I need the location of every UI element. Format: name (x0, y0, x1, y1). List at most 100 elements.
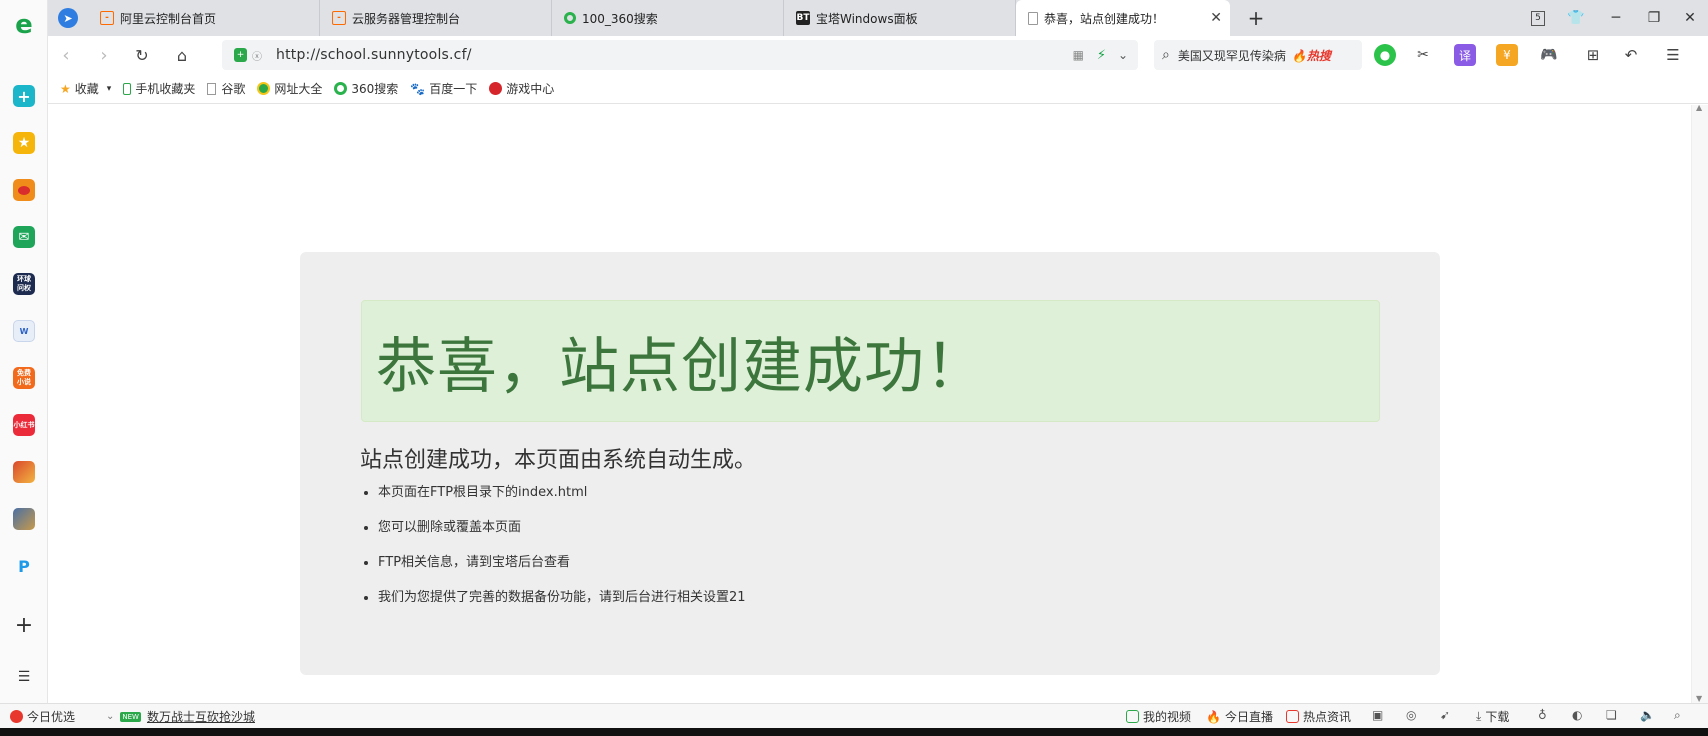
qr-code-icon[interactable]: ▦ (1073, 48, 1084, 62)
wechat-icon[interactable]: ● (1374, 44, 1396, 66)
tab-site-created[interactable]: 恭喜，站点创建成功！ ✕ (1016, 0, 1230, 36)
game-icon (489, 82, 503, 95)
bookmark-hao[interactable]: 网址大全 (257, 80, 322, 97)
scroll-down-icon[interactable]: ▼ (1696, 694, 1702, 703)
vertical-scrollbar[interactable]: ▲ ▼ (1691, 103, 1708, 703)
mail-icon[interactable]: ✉ (13, 226, 35, 248)
page-info-icon[interactable]: ⓧ (252, 48, 262, 63)
favorites-star-icon[interactable]: ★ (13, 132, 35, 154)
list-item: 您可以删除或覆盖本页面 (378, 519, 746, 536)
page-title: 恭喜，站点创建成功！ (376, 331, 986, 402)
360-search-icon (564, 12, 576, 24)
downloads[interactable]: ⤓ 下载 (1476, 708, 1509, 725)
page-icon (1028, 11, 1038, 25)
close-tab-icon[interactable]: ✕ (1210, 10, 1222, 26)
news-icon (1286, 710, 1299, 723)
incognito-icon[interactable]: ♁ (1538, 708, 1547, 722)
aliyun-icon: - (332, 11, 346, 25)
medical-cross-icon[interactable]: + (13, 85, 35, 107)
zoom-icon[interactable]: ⌕ (1674, 708, 1681, 723)
volume-icon[interactable]: 🔈 (1640, 708, 1655, 722)
tab-bar: ➤ - 阿里云控制台首页 - 云服务器管理控制台 100_360搜索 BT 宝塔… (48, 0, 1708, 36)
tab-label: 100_360搜索 (582, 11, 658, 26)
bt-icon: BT (796, 11, 810, 25)
browser-logo-icon[interactable]: e (13, 12, 35, 38)
undo-icon[interactable]: ↶ (1620, 44, 1642, 66)
tab-ecs-console[interactable]: - 云服务器管理控制台 (320, 0, 552, 36)
translate-icon[interactable]: 译 (1454, 44, 1476, 66)
search-box[interactable]: ⌕ 美国又现罕见传染病 🔥热搜 (1154, 40, 1362, 70)
download-icon: ⤓ (1476, 709, 1482, 723)
coupon-icon[interactable]: ¥ (1496, 44, 1518, 66)
restore-icon[interactable]: ❐ (1642, 6, 1666, 30)
weibo-icon[interactable] (13, 179, 35, 201)
global-ask-icon[interactable]: 环球 问权 (13, 273, 35, 295)
list-icon[interactable]: ☰ (13, 666, 35, 688)
hot-news[interactable]: 热点资讯 (1286, 708, 1351, 725)
free-novel-icon[interactable]: 免费 小说 (13, 367, 35, 389)
today-live[interactable]: 🔥 今日直播 (1206, 708, 1273, 725)
tab-label: 宝塔Windows面板 (816, 11, 918, 26)
search-icon: ⌕ (1162, 47, 1170, 63)
pubg-game-icon[interactable] (13, 508, 35, 530)
address-bar[interactable]: + ⓧ http://school.sunnytools.cf/ ▦ ⚡ ⌄ (222, 40, 1138, 70)
video-icon (1126, 710, 1139, 723)
list-item: 本页面在FTP根目录下的index.html (378, 484, 746, 501)
scroll-up-icon[interactable]: ▲ (1696, 103, 1702, 112)
bookmark-games[interactable]: 游戏中心 (489, 80, 554, 97)
speed-mode-icon[interactable]: ⚡ (1097, 48, 1106, 63)
speed-icon[interactable]: ◎ (1406, 708, 1416, 722)
navigation-bar: ‹ › ↻ ⌂ + ⓧ http://school.sunnytools.cf/… (48, 36, 1708, 74)
chevron-down-icon[interactable]: ▾ (107, 84, 112, 94)
promo-link[interactable]: ⌄ NEW 数万战士互砍抢沙城 (106, 708, 255, 725)
tab-counter[interactable]: 5 (1526, 6, 1550, 30)
image-icon[interactable]: ▣ (1372, 708, 1383, 722)
pi-app-icon[interactable]: P (13, 555, 35, 577)
tab-bt-panel[interactable]: BT 宝塔Windows面板 (784, 0, 1016, 36)
bookmark-baidu[interactable]: 🐾 百度一下 (410, 80, 477, 97)
bookmark-favorites[interactable]: ★ 收藏 ▾ (60, 80, 111, 97)
tab-360-search[interactable]: 100_360搜索 (552, 0, 784, 36)
apps-grid-icon[interactable]: ⊞ (1582, 44, 1604, 66)
back-icon[interactable]: ‹ (54, 43, 78, 67)
home-icon[interactable]: ⌂ (170, 43, 194, 67)
word-doc-icon[interactable]: W (13, 320, 35, 342)
tab-aliyun-console[interactable]: - 阿里云控制台首页 (88, 0, 320, 36)
window-icon[interactable]: ❏ (1606, 708, 1617, 722)
search-query[interactable]: 美国又现罕见传染病 (1178, 47, 1286, 64)
reload-icon[interactable]: ↻ (130, 43, 154, 67)
info-list: 本页面在FTP根目录下的index.html 您可以删除或覆盖本页面 FTP相关… (378, 484, 746, 624)
add-icon[interactable]: + (13, 614, 35, 636)
left-sidebar: e + ★ ✉ 环球 问权 W 免费 小说 小红书 P + ☰ (0, 0, 48, 703)
page-icon (207, 82, 217, 95)
baidu-icon: 🐾 (410, 81, 426, 96)
minimize-icon[interactable]: ─ (1604, 6, 1628, 30)
rocket-icon[interactable]: ➹ (1440, 708, 1450, 722)
today-picks[interactable]: 今日优选 (10, 708, 75, 725)
bookmark-360[interactable]: 360搜索 (334, 80, 398, 97)
navigate-icon[interactable]: ➤ (56, 6, 80, 30)
fire-icon: 🔥 (1291, 48, 1307, 63)
gamepad-icon[interactable]: 🎮 (1538, 44, 1560, 66)
star-icon: ★ (60, 81, 71, 96)
edge-icon[interactable]: ◐ (1572, 708, 1582, 722)
forward-icon[interactable]: › (92, 43, 116, 67)
tab-label: 恭喜，站点创建成功！ (1044, 11, 1165, 26)
chevron-down-icon[interactable]: ⌄ (1118, 48, 1128, 62)
bookmark-mobile[interactable]: 手机收藏夹 (123, 80, 195, 97)
globe-icon (257, 82, 271, 95)
security-shield-icon[interactable]: + (234, 48, 247, 62)
url-text[interactable]: http://school.sunnytools.cf/ (276, 47, 472, 63)
skin-icon[interactable]: 👕 (1564, 6, 1588, 30)
hot-search-badge[interactable]: 🔥热搜 (1292, 47, 1331, 64)
bookmark-google[interactable]: 谷歌 (207, 80, 245, 97)
my-videos[interactable]: 我的视频 (1126, 708, 1191, 725)
xiaohongshu-icon[interactable]: 小红书 (13, 414, 35, 436)
success-alert: 恭喜，站点创建成功！ (361, 300, 1380, 422)
screenshot-scissors-icon[interactable]: ✂ (1412, 44, 1434, 66)
os-taskbar (0, 728, 1708, 736)
new-tab-icon[interactable]: + (1244, 6, 1268, 30)
game-character-icon[interactable] (13, 461, 35, 483)
close-window-icon[interactable]: ✕ (1678, 6, 1702, 30)
menu-icon[interactable]: ☰ (1662, 44, 1684, 66)
